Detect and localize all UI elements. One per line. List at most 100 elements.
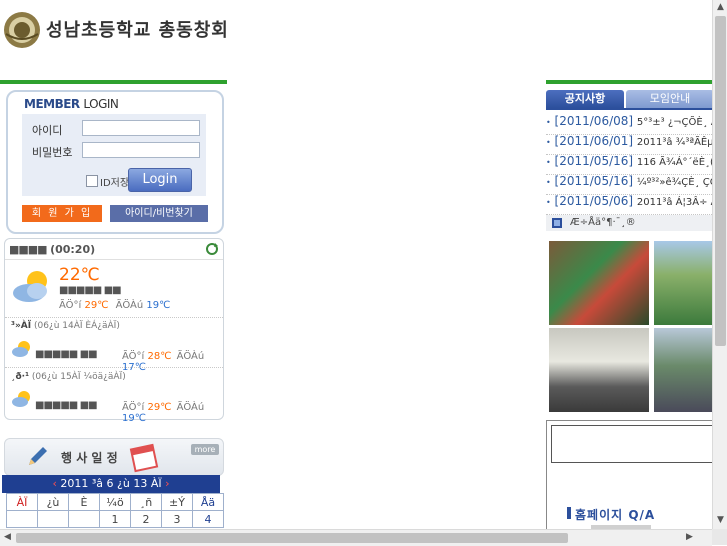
save-id-checkbox[interactable]: [86, 175, 98, 187]
calendar-icon: [129, 443, 159, 473]
today-low-label: ÃÖÀú: [115, 300, 144, 311]
day-after-low-label: ÃÖÀú: [176, 402, 205, 413]
day-after-date: (06¿ù 15ÀÏ ¼öä¿äÀÏ): [31, 372, 126, 382]
sunny-cloud-icon: [12, 341, 30, 357]
notice-title: 5°³±³ ¿¬ÇÕÈ¸ Ã: [636, 117, 714, 128]
calendar-weekday-row: ÀÏ ¿ù È ¼ö ¸ñ ±Ý Åä: [6, 493, 224, 511]
photo-gallery-header[interactable]: Æ÷Åä°¶·¯¸®: [546, 215, 714, 231]
right-divider-line: [546, 80, 712, 84]
login-button[interactable]: Login: [128, 168, 192, 192]
board-icon: [552, 218, 562, 228]
today-high-label: ÃÖ°í: [59, 300, 82, 311]
password-label: 비밀번호: [32, 146, 73, 159]
calendar-prev-icon[interactable]: ‹: [52, 477, 56, 490]
photo-gallery-label: Æ÷Åä°¶·¯¸®: [570, 217, 636, 228]
notice-date: [2011/05/16]: [554, 154, 634, 168]
weather-time: (00:20): [50, 243, 96, 256]
vertical-scrollbar[interactable]: ▲ ▼: [712, 0, 727, 529]
qa-title[interactable]: 홈페이지 Q/A: [575, 506, 655, 523]
member-login-panel: MEMBER LOGIN 아이디 비밀번호 ID저장 Login 회 원 가 입…: [6, 90, 224, 234]
scroll-down-icon[interactable]: ▼: [713, 513, 727, 528]
notice-item[interactable]: • [2011/05/06] 2011³â Á¦3Â÷ ÀÓ: [546, 194, 714, 215]
login-title-login: LOGIN: [83, 97, 119, 111]
scroll-up-icon[interactable]: ▲: [713, 0, 727, 15]
horizontal-scroll-thumb[interactable]: [16, 533, 568, 543]
weekday-wed: ¼ö: [99, 493, 131, 511]
weather-divider: [5, 367, 223, 368]
weather-location: ■■■■: [9, 243, 48, 256]
tab-notice[interactable]: 공지사항: [546, 90, 624, 108]
tab-meeting[interactable]: 모임안내: [626, 90, 714, 108]
day-after-label: ¸ð·¹: [11, 372, 30, 382]
calendar-week-row: 1 2 3 4: [6, 510, 224, 528]
today-temperature: 22℃: [59, 265, 100, 285]
calendar-day[interactable]: [37, 510, 69, 528]
horizontal-scrollbar[interactable]: ◀ ▶: [0, 529, 712, 546]
weather-widget: ■■■■ (00:20) 22℃ ■■■■■ ■■ ÃÖ°í 29℃ ÃÖÀú …: [4, 238, 224, 424]
calendar-next-icon[interactable]: ›: [165, 477, 169, 490]
notice-item[interactable]: • [2011/05/16] 116 Ã¾Á°´ëÈ¸(1: [546, 154, 714, 175]
notice-date: [2011/06/08]: [554, 114, 634, 128]
join-button[interactable]: 회 원 가 입: [22, 205, 102, 222]
tomorrow-low-label: ÃÖÀú: [176, 351, 205, 362]
schedule-header: 행 사 일 정 more: [4, 438, 224, 476]
pencil-icon: [29, 447, 47, 465]
today-high: 29℃: [84, 300, 109, 311]
day-after-high: 29℃: [147, 402, 172, 413]
gallery-photo[interactable]: [549, 241, 649, 325]
id-label: 아이디: [32, 124, 63, 137]
calendar-grid: ÀÏ ¿ù È ¼ö ¸ñ ±Ý Åä 1 2 3 4: [6, 493, 224, 528]
calendar-day[interactable]: 2: [130, 510, 162, 528]
tomorrow-label: ³»ÀÏ: [11, 321, 32, 331]
calendar-day[interactable]: [6, 510, 38, 528]
weather-divider: [5, 317, 223, 318]
password-input[interactable]: [82, 142, 200, 158]
refresh-icon[interactable]: [205, 242, 219, 256]
gallery-photo[interactable]: [654, 241, 712, 325]
weekday-sat: Åä: [192, 493, 224, 511]
calendar-title: ‹ 2011 ³â 6 ¿ù 13 ÀÏ ›: [2, 475, 220, 493]
notice-title: ¼º³²»ê¾ÇÈ¸ ÇÕÁ: [636, 177, 714, 188]
login-title-member: MEMBER: [24, 97, 80, 111]
weekday-sun: ÀÏ: [6, 493, 38, 511]
day-after-low: 19℃: [122, 413, 146, 424]
calendar-day[interactable]: 3: [161, 510, 193, 528]
find-id-password-button[interactable]: 아이디/비번찾기: [110, 205, 208, 222]
notice-title: 2011³â Á¦3Â÷ ÀÓ: [636, 197, 714, 208]
calendar-day[interactable]: 4: [192, 510, 224, 528]
left-divider-line: [0, 80, 227, 84]
day-after-high-label: ÃÖ°í: [122, 402, 145, 413]
qa-bullet-icon: [567, 507, 571, 519]
calendar-day[interactable]: [68, 510, 100, 528]
notice-item[interactable]: • [2011/05/16] ¼º³²»ê¾ÇÈ¸ ÇÕÁ: [546, 174, 714, 195]
login-title: MEMBER LOGIN: [24, 97, 119, 111]
weekday-fri: ±Ý: [161, 493, 193, 511]
scroll-right-icon[interactable]: ▶: [682, 530, 697, 545]
sunny-cloud-icon: [13, 271, 47, 302]
notice-date: [2011/05/16]: [554, 174, 634, 188]
notice-date: [2011/06/01]: [554, 134, 634, 148]
id-input[interactable]: [82, 120, 200, 136]
calendar-day[interactable]: 1: [99, 510, 131, 528]
notice-title: 116 Ã¾Á°´ëÈ¸(1: [636, 157, 714, 168]
notice-item[interactable]: • [2011/06/08] 5°³±³ ¿¬ÇÕÈ¸ Ã: [546, 114, 714, 135]
calendar-title-text: 2011 ³â 6 ¿ù 13 ÀÏ: [60, 477, 162, 490]
tab-underline: [546, 108, 712, 110]
gallery-photo[interactable]: [654, 328, 712, 412]
day-after-description: ■■■■■ ■■: [35, 400, 98, 411]
school-logo: [4, 12, 40, 48]
notice-item[interactable]: • [2011/06/01] 2011³â ¾³ªÃÊµî: [546, 134, 714, 155]
schedule-more-button[interactable]: more: [191, 444, 219, 455]
scroll-left-icon[interactable]: ◀: [0, 530, 15, 545]
weekday-mon: ¿ù: [37, 493, 69, 511]
qa-panel: 홈페이지 Q/A: [546, 420, 718, 542]
vertical-scroll-thumb[interactable]: [715, 16, 726, 346]
weather-header-divider: [5, 259, 223, 260]
today-description: ■■■■■ ■■: [59, 285, 122, 296]
tomorrow-date: (06¿ù 14ÀÏ ÈÁ¿äÀÏ): [33, 321, 120, 331]
gallery-photo[interactable]: [549, 328, 649, 412]
tomorrow-high: 28℃: [147, 351, 172, 362]
site-title[interactable]: 성남초등학교 총동창회: [46, 16, 229, 42]
tomorrow-description: ■■■■■ ■■: [35, 349, 98, 360]
weekday-thu: ¸ñ: [130, 493, 162, 511]
